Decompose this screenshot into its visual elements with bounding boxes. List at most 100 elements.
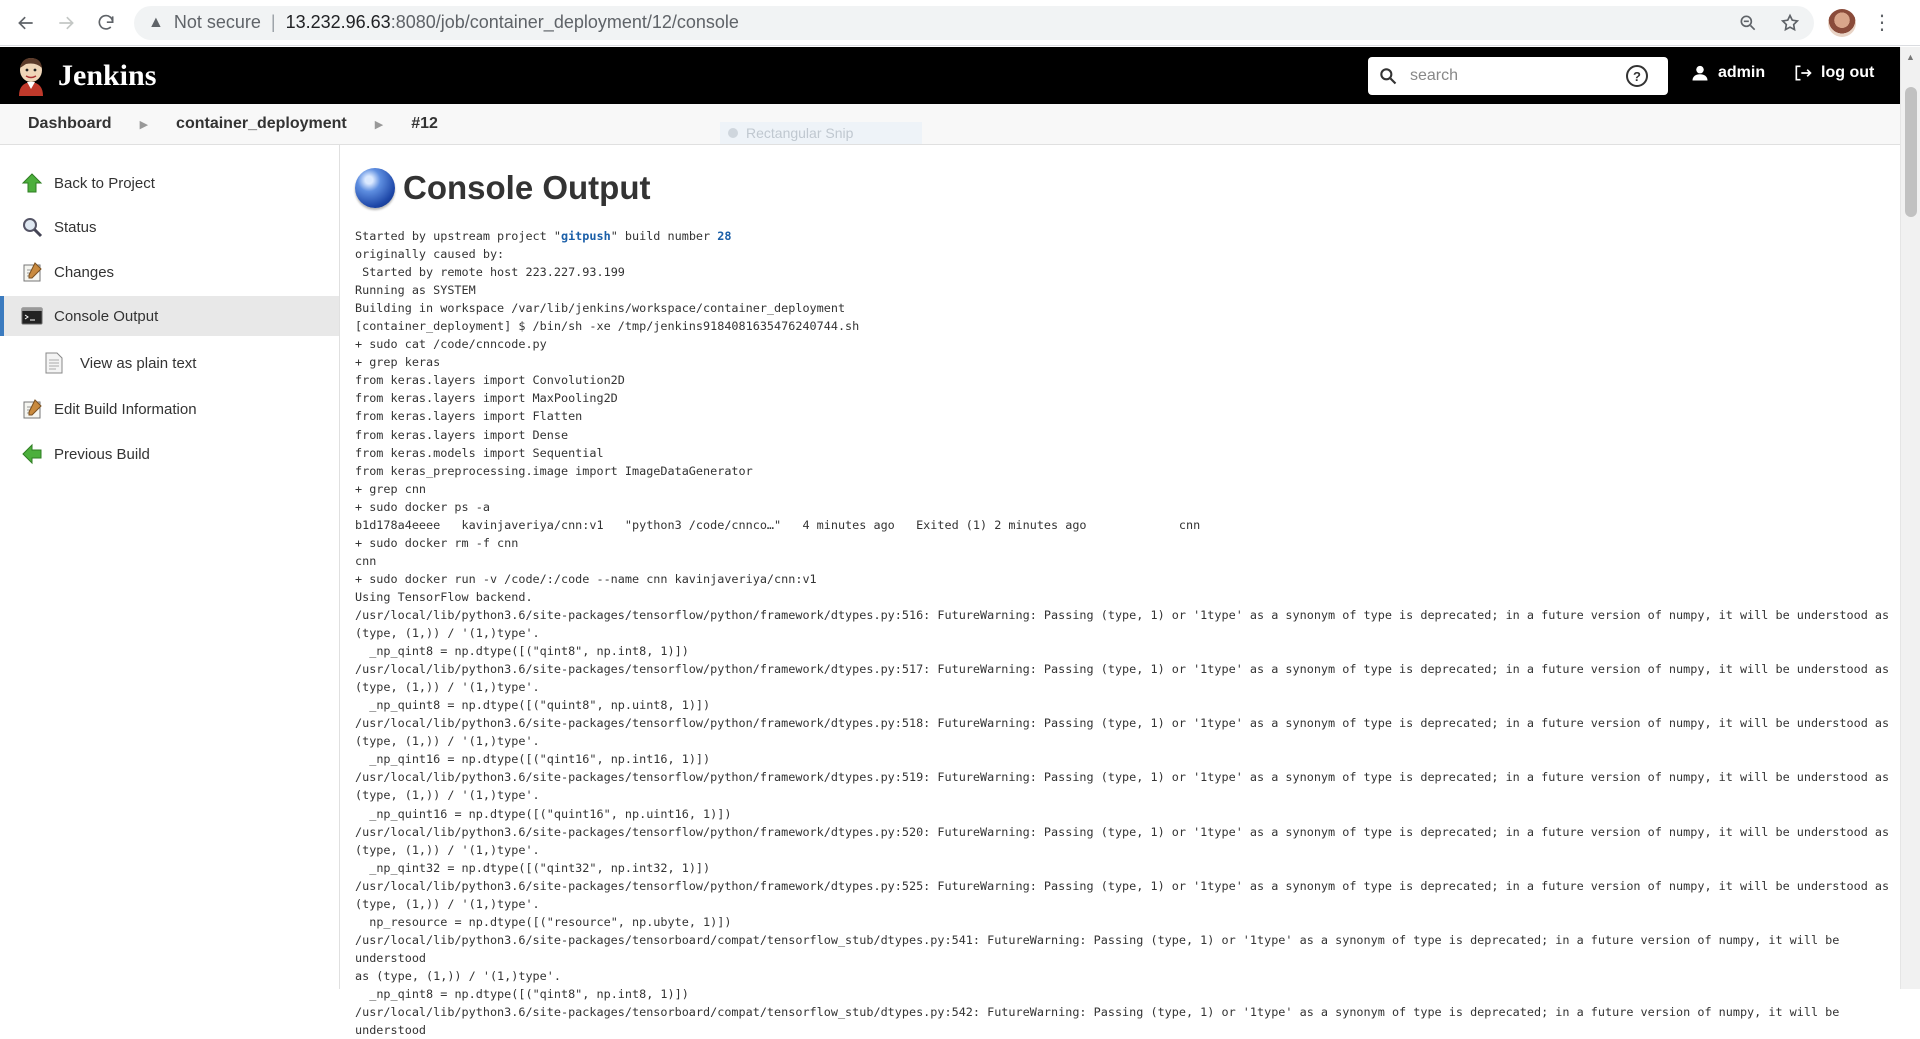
sidebar-item-edit-build-information[interactable]: Edit Build Information <box>0 389 339 429</box>
scroll-thumb[interactable] <box>1905 87 1917 217</box>
sidebar-item-label: Edit Build Information <box>54 400 197 418</box>
logout-link[interactable]: log out <box>1793 63 1874 83</box>
user-link[interactable]: admin <box>1690 63 1765 83</box>
console-line: /usr/local/lib/python3.6/site-packages/t… <box>355 662 1890 677</box>
console-line: _np_qint8 = np.dtype([("qint8", np.int8,… <box>355 644 689 659</box>
console-line: _np_quint8 = np.dtype([("quint8", np.uin… <box>355 698 711 713</box>
sidebar-item-view-plain-text[interactable]: View as plain text <box>0 343 339 383</box>
upstream-build-link[interactable]: 28 <box>717 229 731 243</box>
console-line: _np_quint16 = np.dtype([("quint16", np.u… <box>355 806 732 821</box>
console-line: _np_qint32 = np.dtype([("qint32", np.int… <box>355 860 711 875</box>
console-output: Started by upstream project "gitpush" bu… <box>355 227 1895 1039</box>
console-line: from keras.layers import Convolution2D <box>355 373 625 388</box>
console-text: Started by upstream project " <box>355 229 561 243</box>
sidebar-item-status[interactable]: Status <box>0 207 339 247</box>
help-icon[interactable]: ? <box>1626 65 1648 87</box>
console-line: (type, (1,)) / '(1,)type'. <box>355 680 540 695</box>
notepad-icon <box>20 397 44 421</box>
console-line: b1d178a4eeee kavinjaveriya/cnn:v1 "pytho… <box>355 517 1201 532</box>
snip-icon <box>728 128 738 138</box>
console-line: /usr/local/lib/python3.6/site-packages/t… <box>355 1005 1847 1038</box>
zoom-out-icon[interactable] <box>1738 13 1758 33</box>
console-line: /usr/local/lib/python3.6/site-packages/t… <box>355 770 1890 785</box>
console-line: + grep cnn <box>355 481 427 496</box>
console-line: (type, (1,)) / '(1,)type'. <box>355 734 540 749</box>
console-line: + sudo docker ps -a <box>355 499 490 514</box>
breadcrumb-job[interactable]: container_deployment <box>176 115 347 133</box>
url-host: 13.232.96.63 <box>285 12 391 32</box>
notepad-icon <box>20 260 44 284</box>
profile-avatar[interactable] <box>1828 8 1856 37</box>
security-label: Not secure <box>173 12 261 32</box>
document-icon <box>42 351 66 375</box>
console-line: [container_deployment] $ /bin/sh -xe /tm… <box>355 319 860 334</box>
console-line: + sudo cat /code/cnncode.py <box>355 337 547 352</box>
console-line: /usr/local/lib/python3.6/site-packages/t… <box>355 824 1890 839</box>
console-line: + sudo docker run -v /code/:/code --name… <box>355 571 817 586</box>
logout-icon <box>1795 65 1812 81</box>
scroll-up-icon[interactable]: ▲ <box>1906 52 1915 62</box>
console-line: _np_qint8 = np.dtype([("qint8", np.int8,… <box>355 986 689 1001</box>
star-icon[interactable] <box>1780 13 1800 33</box>
warning-icon: ▲ <box>148 13 164 31</box>
console-line: _np_qint16 = np.dtype([("qint16", np.int… <box>355 752 711 767</box>
console-text: " build number <box>610 229 718 243</box>
sidebar-item-label: View as plain text <box>80 354 197 372</box>
browser-menu-icon[interactable]: ⋮ <box>1872 10 1892 35</box>
console-line: from keras.layers import Flatten <box>355 409 583 424</box>
chevron-right-icon: ▶ <box>139 118 149 131</box>
sidebar-item-back-to-project[interactable]: Back to Project <box>0 163 339 203</box>
main-content: Console Output Started by upstream proje… <box>355 165 1895 1039</box>
back-arrow-icon[interactable] <box>12 9 40 37</box>
terminal-icon <box>20 304 44 328</box>
search-box[interactable]: ? <box>1368 57 1668 95</box>
console-line: + sudo docker rm -f cnn <box>355 535 519 550</box>
console-line: /usr/local/lib/python3.6/site-packages/t… <box>355 716 1890 731</box>
upstream-project-link[interactable]: gitpush <box>561 229 611 243</box>
snip-overlay: Rectangular Snip <box>720 122 922 144</box>
console-line: (type, (1,)) / '(1,)type'. <box>355 788 540 803</box>
logout-label: log out <box>1821 64 1875 81</box>
page-scrollbar[interactable]: ▲ <box>1900 47 1920 989</box>
search-icon <box>20 215 44 239</box>
sidebar-item-label: Changes <box>54 263 115 281</box>
page-title: Console Output <box>355 165 1895 211</box>
console-line: Started by upstream project "gitpush" bu… <box>355 227 1895 245</box>
console-line: cnn <box>355 553 377 568</box>
console-line: /usr/local/lib/python3.6/site-packages/t… <box>355 932 1847 965</box>
separator: | <box>270 12 276 32</box>
build-status-ball-icon <box>355 168 395 208</box>
sidebar-item-changes[interactable]: Changes <box>0 252 339 292</box>
sidebar-item-label: Status <box>54 218 97 236</box>
arrow-left-icon <box>20 442 44 466</box>
console-line: (type, (1,)) / '(1,)type'. <box>355 626 540 641</box>
console-line: + grep keras <box>355 355 441 370</box>
breadcrumb-build[interactable]: #12 <box>411 115 438 133</box>
sidebar-item-console-output[interactable]: Console Output <box>0 296 339 336</box>
console-line: (type, (1,)) / '(1,)type'. <box>355 842 540 857</box>
arrow-up-icon <box>20 171 44 195</box>
sidebar-item-label: Back to Project <box>54 174 155 192</box>
console-line: (type, (1,)) / '(1,)type'. <box>355 896 540 911</box>
user-name: admin <box>1718 64 1766 81</box>
snip-label: Rectangular Snip <box>746 125 854 141</box>
console-line: Using TensorFlow backend. <box>355 589 533 604</box>
search-input[interactable] <box>1410 67 1620 85</box>
console-line: Building in workspace /var/lib/jenkins/w… <box>355 301 846 316</box>
sidebar-item-previous-build[interactable]: Previous Build <box>0 434 339 474</box>
console-line: from keras.layers import MaxPooling2D <box>355 391 618 406</box>
console-line: from keras.layers import Dense <box>355 427 569 442</box>
reload-icon[interactable] <box>92 9 120 37</box>
console-line: /usr/local/lib/python3.6/site-packages/t… <box>355 878 1890 893</box>
address-bar[interactable]: ▲ Not secure | 13.232.96.63 :8080/job/co… <box>134 5 1814 40</box>
forward-arrow-icon[interactable] <box>52 9 80 37</box>
console-line: /usr/local/lib/python3.6/site-packages/t… <box>355 607 1890 622</box>
url-path: :8080/job/container_deployment/12/consol… <box>390 12 739 32</box>
breadcrumb-dashboard[interactable]: Dashboard <box>28 115 112 133</box>
jenkins-logo-icon[interactable] <box>14 56 48 96</box>
jenkins-title[interactable]: Jenkins <box>58 59 156 93</box>
console-line: Started by remote host 223.227.93.199 <box>355 265 625 280</box>
sidebar: Back to Project Status Changes Console O… <box>0 145 340 989</box>
console-line: from keras_preprocessing.image import Im… <box>355 463 753 478</box>
console-line: np_resource = np.dtype([("resource", np.… <box>355 914 732 929</box>
